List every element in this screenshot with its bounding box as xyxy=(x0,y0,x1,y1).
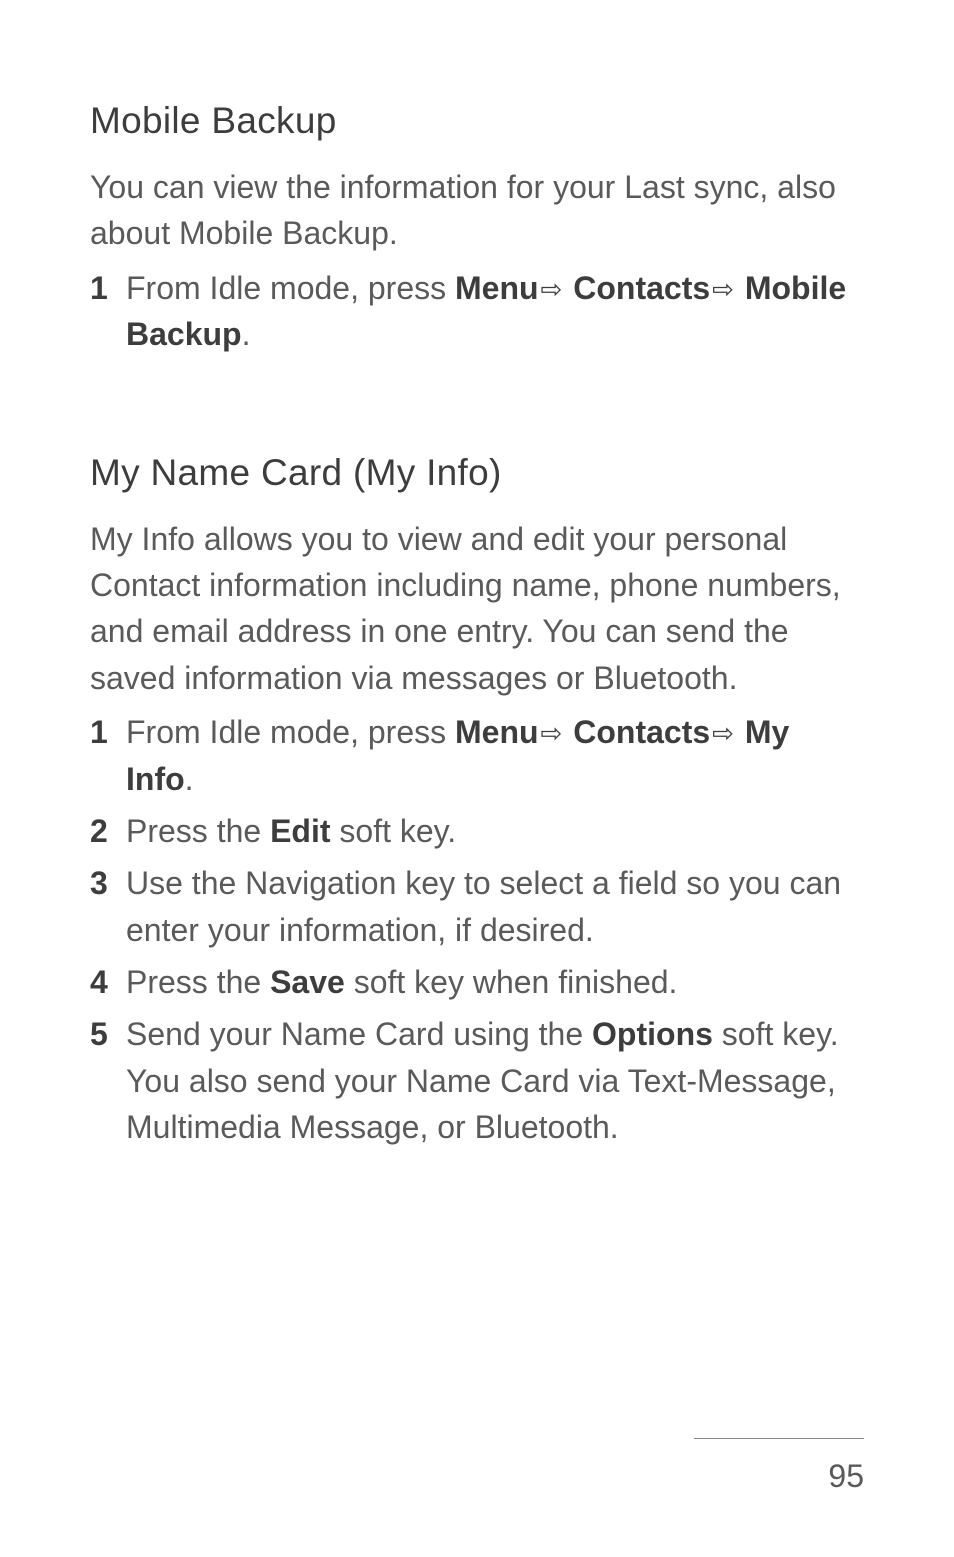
arrow-icon: ⇨ xyxy=(539,271,565,309)
arrow-icon: ⇨ xyxy=(539,715,565,753)
bold-text: Contacts xyxy=(573,714,710,750)
step-item: Press the Save soft key when finished. xyxy=(90,959,864,1005)
bold-text: Edit xyxy=(270,813,330,849)
arrow-icon: ⇨ xyxy=(710,271,736,309)
bold-text: Save xyxy=(270,964,345,1000)
step-item: Send your Name Card using the Options so… xyxy=(90,1011,864,1150)
page-divider xyxy=(694,1438,864,1439)
step-list: From Idle mode, press Menu⇨ Contacts⇨ Mo… xyxy=(90,265,864,358)
bold-text: Menu xyxy=(455,270,539,306)
page-number: 95 xyxy=(828,1458,864,1495)
section-heading: My Name Card (My Info) xyxy=(90,452,864,494)
bold-text: Contacts xyxy=(573,270,710,306)
section-heading: Mobile Backup xyxy=(90,100,864,142)
bold-text: Options xyxy=(592,1016,713,1052)
step-item: From Idle mode, press Menu⇨ Contacts⇨ My… xyxy=(90,709,864,802)
section-intro: You can view the information for your La… xyxy=(90,164,864,257)
step-item: Press the Edit soft key. xyxy=(90,808,864,854)
bold-text: Menu xyxy=(455,714,539,750)
step-list: From Idle mode, press Menu⇨ Contacts⇨ My… xyxy=(90,709,864,1151)
step-item: Use the Navigation key to select a field… xyxy=(90,860,864,953)
section-intro: My Info allows you to view and edit your… xyxy=(90,516,864,702)
step-item: From Idle mode, press Menu⇨ Contacts⇨ Mo… xyxy=(90,265,864,358)
arrow-icon: ⇨ xyxy=(710,715,736,753)
